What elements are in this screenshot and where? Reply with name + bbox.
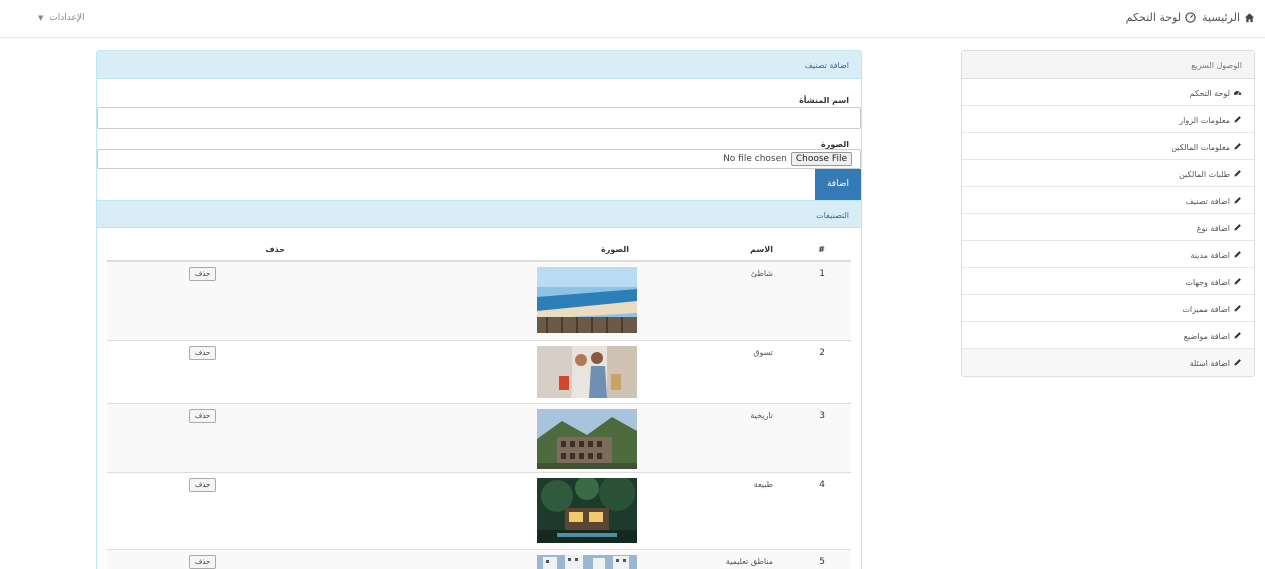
- no-file-text: No file chosen: [723, 154, 787, 164]
- dashboard-icon: [1233, 88, 1242, 99]
- categories-heading: التصنيفات: [97, 200, 861, 228]
- caret-down-icon: ▼: [38, 14, 44, 22]
- add-category-heading: اضافة تصنيف: [97, 51, 861, 79]
- sidebar-item[interactable]: اضافة نوع: [962, 214, 1254, 241]
- sidebar-item[interactable]: لوحة التحكم: [962, 79, 1254, 106]
- category-name: مناطق تعليمية: [725, 557, 773, 566]
- breadcrumb-dashboard-label: لوحة التحكم: [1125, 11, 1182, 24]
- pencil-icon: [1233, 115, 1242, 126]
- pencil-icon: [1233, 196, 1242, 207]
- sidebar-item-label: اضافة مدينة: [1190, 251, 1230, 260]
- category-thumbnail: [537, 346, 637, 401]
- row-number: 4: [819, 480, 825, 490]
- category-panel: اضافة تصنيف اسم المنشأة الصورة No file c…: [96, 50, 862, 569]
- sidebar-item-label: معلومات المالكين: [1171, 143, 1230, 152]
- category-name: تسوق: [753, 348, 773, 357]
- image-field-label: الصورة: [821, 140, 849, 149]
- table-row: 4 طبيعة حذف: [107, 473, 851, 550]
- home-icon: [1244, 13, 1255, 23]
- category-name: تاريخية: [750, 411, 773, 420]
- sidebar-item-label: اضافة مواضيع: [1183, 332, 1230, 341]
- breadcrumb: لوحة التحكم الرئيسية: [1126, 11, 1255, 24]
- sidebar-item[interactable]: اضافة وجهات: [962, 268, 1254, 295]
- table-row: 1 شاطئ حذف: [107, 262, 851, 341]
- sidebar-item[interactable]: اضافة تصنيف: [962, 187, 1254, 214]
- row-number: 1: [819, 269, 825, 279]
- submit-add-button[interactable]: اضافة: [815, 169, 861, 200]
- top-navbar: لوحة التحكم الرئيسية ▼ الإعدادات: [0, 0, 1265, 38]
- sidebar-item-label: اضافة مميزات: [1182, 305, 1230, 314]
- table-row: 3 تاريخية حذف: [107, 404, 851, 473]
- column-number: #: [818, 245, 825, 254]
- settings-dropdown[interactable]: ▼ الإعدادات: [38, 13, 84, 23]
- sidebar-item[interactable]: اضافة اسئلة: [962, 349, 1254, 376]
- delete-button[interactable]: حذف: [189, 478, 217, 492]
- sidebar-item[interactable]: معلومات الزوار: [962, 106, 1254, 133]
- pencil-icon: [1233, 223, 1242, 234]
- sidebar-item-label: طلبات المالكين: [1178, 170, 1230, 179]
- pencil-icon: [1233, 358, 1242, 369]
- quick-access-sidebar: الوصول السريع لوحة التحكم معلومات الزوار م…: [961, 50, 1255, 377]
- pencil-icon: [1233, 169, 1242, 180]
- sidebar-item[interactable]: اضافة مميزات: [962, 295, 1254, 322]
- settings-label: الإعدادات: [49, 13, 85, 23]
- category-thumbnail: [537, 555, 637, 569]
- delete-button[interactable]: حذف: [189, 409, 217, 423]
- category-thumbnail: [537, 475, 637, 546]
- category-name: شاطئ: [750, 269, 773, 278]
- sidebar-title: الوصول السريع: [962, 51, 1254, 79]
- choose-file-button[interactable]: Choose File: [790, 152, 852, 166]
- breadcrumb-home[interactable]: الرئيسية: [1202, 11, 1255, 24]
- pencil-icon: [1233, 277, 1242, 288]
- category-name: طبيعة: [753, 480, 773, 489]
- sidebar-item[interactable]: معلومات المالكين: [962, 133, 1254, 160]
- category-thumbnail: [537, 267, 637, 336]
- name-field-label: اسم المنشأة: [799, 96, 849, 105]
- pencil-icon: [1233, 142, 1242, 153]
- sidebar-item-label: اضافة اسئلة: [1189, 359, 1230, 368]
- category-thumbnail: [537, 409, 637, 472]
- table-row: 2 تسوق حذف: [107, 341, 851, 404]
- delete-button[interactable]: حذف: [189, 267, 217, 281]
- breadcrumb-home-label: الرئيسية: [1202, 11, 1240, 24]
- categories-table: # الاسم الصورة حذف 1 شاطئ حذف 2 تسوق حذف 3 تاري…: [107, 239, 851, 569]
- pencil-icon: [1233, 250, 1242, 261]
- row-number: 2: [819, 348, 825, 358]
- column-name: الاسم: [750, 245, 773, 254]
- sidebar-item-label: اضافة وجهات: [1185, 278, 1230, 287]
- image-file-input[interactable]: No file chosen Choose File: [97, 149, 861, 169]
- sidebar-item-label: اضافة تصنيف: [1185, 197, 1230, 206]
- sidebar-item[interactable]: اضافة مواضيع: [962, 322, 1254, 349]
- row-number: 5: [819, 557, 825, 567]
- row-number: 3: [819, 411, 825, 421]
- name-input[interactable]: [97, 107, 861, 129]
- breadcrumb-dashboard[interactable]: لوحة التحكم: [1126, 11, 1196, 24]
- column-image: الصورة: [601, 245, 629, 254]
- sidebar-item[interactable]: اضافة مدينة: [962, 241, 1254, 268]
- sidebar-item-label: معلومات الزوار: [1179, 116, 1230, 125]
- sidebar-item-label: لوحة التحكم: [1189, 89, 1230, 98]
- sidebar-item-label: اضافة نوع: [1196, 224, 1230, 233]
- delete-button[interactable]: حذف: [189, 555, 217, 569]
- table-header: # الاسم الصورة حذف: [107, 239, 851, 262]
- dashboard-icon: [1185, 12, 1196, 23]
- delete-button[interactable]: حذف: [189, 346, 217, 360]
- pencil-icon: [1233, 331, 1242, 342]
- column-delete: حذف: [265, 245, 285, 254]
- sidebar-item[interactable]: طلبات المالكين: [962, 160, 1254, 187]
- table-row: 5 مناطق تعليمية حذف: [107, 550, 851, 569]
- pencil-icon: [1233, 304, 1242, 315]
